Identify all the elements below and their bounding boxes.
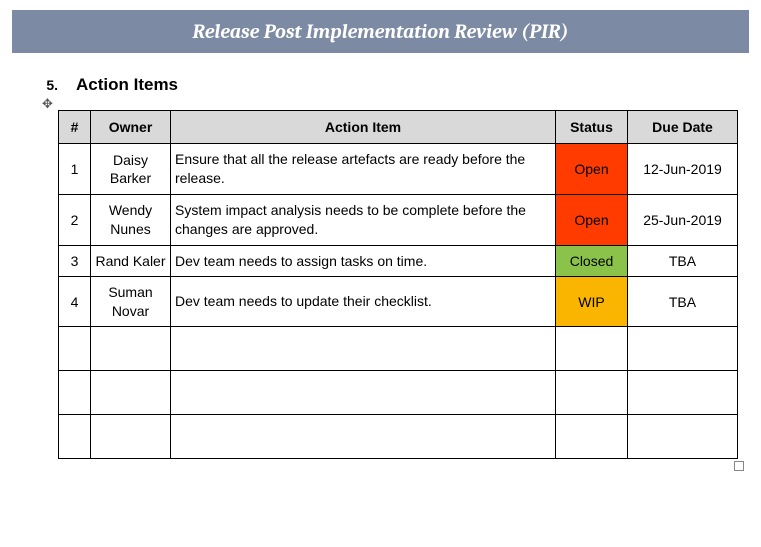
section-number: 5. <box>12 77 76 93</box>
section-title: Action Items <box>76 75 178 95</box>
table-row: 1Daisy BarkerEnsure that all the release… <box>59 144 738 195</box>
cell-empty <box>628 326 738 370</box>
cell-action: Dev team needs to update their checklist… <box>171 277 556 326</box>
page-banner: Release Post Implementation Review (PIR) <box>12 10 749 53</box>
table-row-empty <box>59 326 738 370</box>
table-header-row: # Owner Action Item Status Due Date <box>59 111 738 144</box>
table-row: 2Wendy NunesSystem impact analysis needs… <box>59 194 738 245</box>
cell-empty <box>91 370 171 414</box>
cell-action: System impact analysis needs to be compl… <box>171 194 556 245</box>
cell-status: Open <box>556 194 628 245</box>
action-items-table-wrap: # Owner Action Item Status Due Date 1Dai… <box>58 110 738 459</box>
cell-empty <box>556 370 628 414</box>
cell-due: 12-Jun-2019 <box>628 144 738 195</box>
cell-status: Open <box>556 144 628 195</box>
header-owner: Owner <box>91 111 171 144</box>
header-status: Status <box>556 111 628 144</box>
cell-empty <box>556 326 628 370</box>
table-row: 3Rand KalerDev team needs to assign task… <box>59 245 738 277</box>
cell-empty <box>91 414 171 458</box>
cell-num: 2 <box>59 194 91 245</box>
cell-owner: Wendy Nunes <box>91 194 171 245</box>
cell-empty <box>59 370 91 414</box>
cell-owner: Suman Novar <box>91 277 171 326</box>
cell-action: Dev team needs to assign tasks on time. <box>171 245 556 277</box>
cell-empty <box>171 370 556 414</box>
banner-title: Release Post Implementation Review (PIR) <box>192 20 568 43</box>
cell-num: 4 <box>59 277 91 326</box>
resize-handle-icon <box>734 461 744 471</box>
cell-empty <box>628 414 738 458</box>
table-anchor-icon: ✥ <box>42 97 761 110</box>
cell-empty <box>171 414 556 458</box>
cell-due: 25-Jun-2019 <box>628 194 738 245</box>
cell-owner: Rand Kaler <box>91 245 171 277</box>
header-num: # <box>59 111 91 144</box>
cell-num: 3 <box>59 245 91 277</box>
table-row: 4Suman NovarDev team needs to update the… <box>59 277 738 326</box>
table-row-empty <box>59 370 738 414</box>
cell-empty <box>59 414 91 458</box>
cell-action: Ensure that all the release artefacts ar… <box>171 144 556 195</box>
header-due: Due Date <box>628 111 738 144</box>
cell-due: TBA <box>628 277 738 326</box>
cell-empty <box>59 326 91 370</box>
cell-empty <box>91 326 171 370</box>
cell-empty <box>628 370 738 414</box>
cell-status: Closed <box>556 245 628 277</box>
action-items-table: # Owner Action Item Status Due Date 1Dai… <box>58 110 738 459</box>
cell-num: 1 <box>59 144 91 195</box>
cell-empty <box>171 326 556 370</box>
cell-empty <box>556 414 628 458</box>
table-row-empty <box>59 414 738 458</box>
header-action: Action Item <box>171 111 556 144</box>
cell-status: WIP <box>556 277 628 326</box>
section-header: 5. Action Items <box>12 75 761 95</box>
cell-owner: Daisy Barker <box>91 144 171 195</box>
cell-due: TBA <box>628 245 738 277</box>
